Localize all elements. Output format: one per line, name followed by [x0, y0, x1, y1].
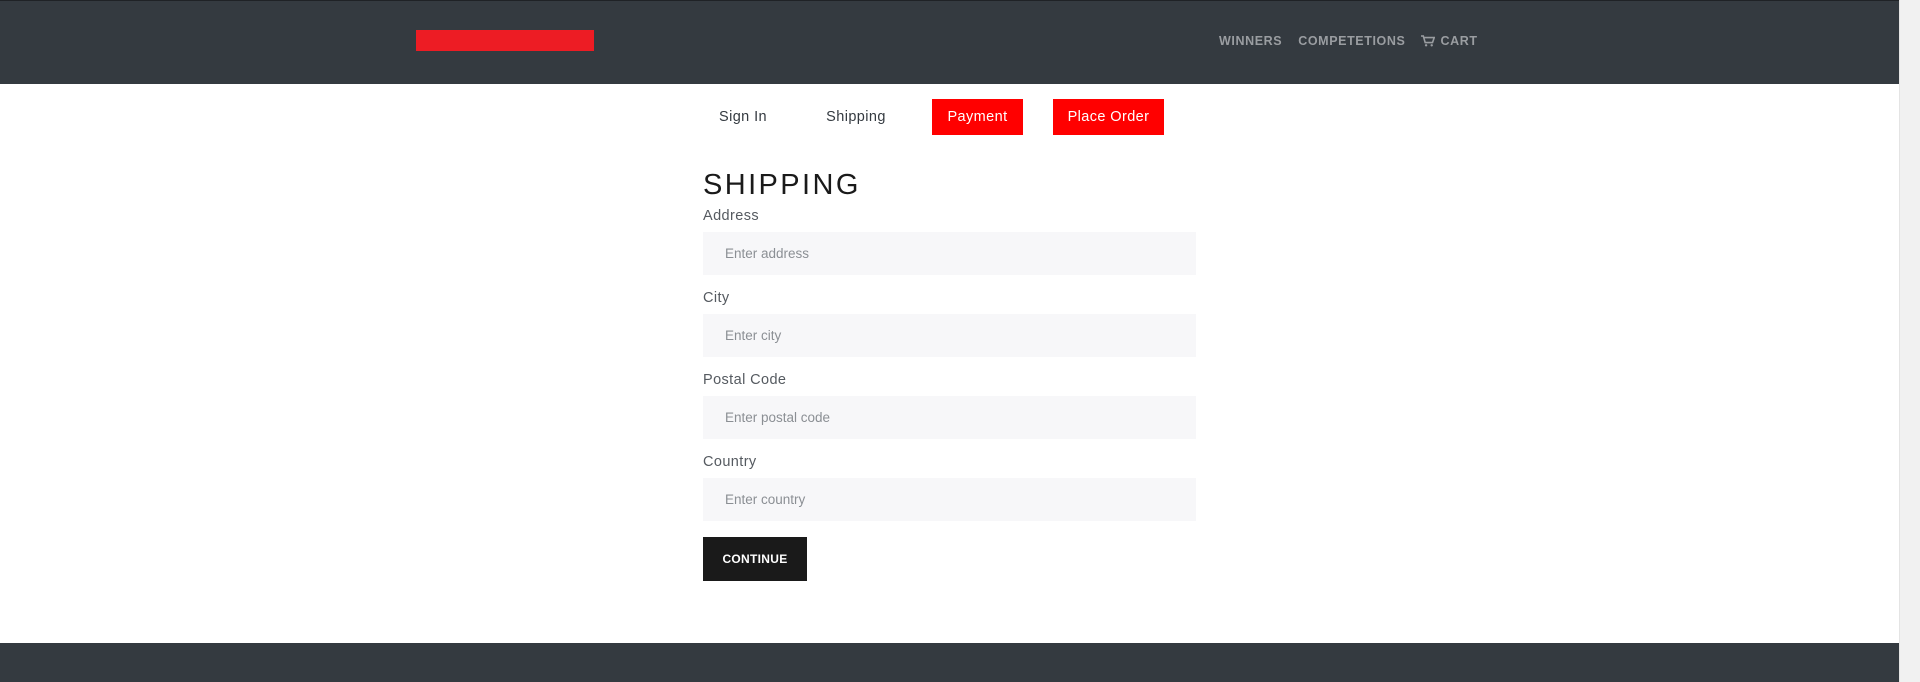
brand-logo[interactable]: [416, 30, 594, 51]
city-group: City: [703, 287, 1196, 357]
top-navbar: WINNERS COMPETETIONS CART: [0, 0, 1899, 84]
page-scrollbar[interactable]: [1899, 0, 1920, 682]
address-label: Address: [703, 208, 759, 224]
postal-code-label: Postal Code: [703, 372, 787, 388]
cart-label: CART: [1440, 34, 1478, 48]
continue-button[interactable]: CONTINUE: [703, 537, 807, 581]
step-payment: Payment: [932, 99, 1023, 135]
country-input[interactable]: [703, 478, 1196, 521]
cart-icon: [1421, 35, 1436, 47]
postal-code-input[interactable]: [703, 396, 1196, 439]
country-group: Country: [703, 451, 1196, 521]
main-nav: WINNERS COMPETETIONS CART: [1219, 34, 1478, 48]
country-label: Country: [703, 454, 757, 470]
nav-link-competetions[interactable]: COMPETETIONS: [1298, 34, 1405, 48]
postal-code-group: Postal Code: [703, 369, 1196, 439]
shipping-form: SHIPPING Address City Postal Code Countr…: [703, 165, 1196, 581]
nav-link-cart[interactable]: CART: [1421, 34, 1477, 48]
city-input[interactable]: [703, 314, 1196, 357]
step-shipping[interactable]: Shipping: [820, 99, 892, 135]
step-sign-in[interactable]: Sign In: [703, 99, 783, 135]
page-footer: [0, 643, 1899, 682]
checkout-steps: Sign In Shipping Payment Place Order: [0, 99, 1899, 135]
step-place-order: Place Order: [1053, 99, 1164, 135]
address-input[interactable]: [703, 232, 1196, 275]
address-group: Address: [703, 205, 1196, 275]
page-title: SHIPPING: [703, 169, 861, 201]
nav-link-winners[interactable]: WINNERS: [1219, 34, 1282, 48]
city-label: City: [703, 290, 730, 306]
